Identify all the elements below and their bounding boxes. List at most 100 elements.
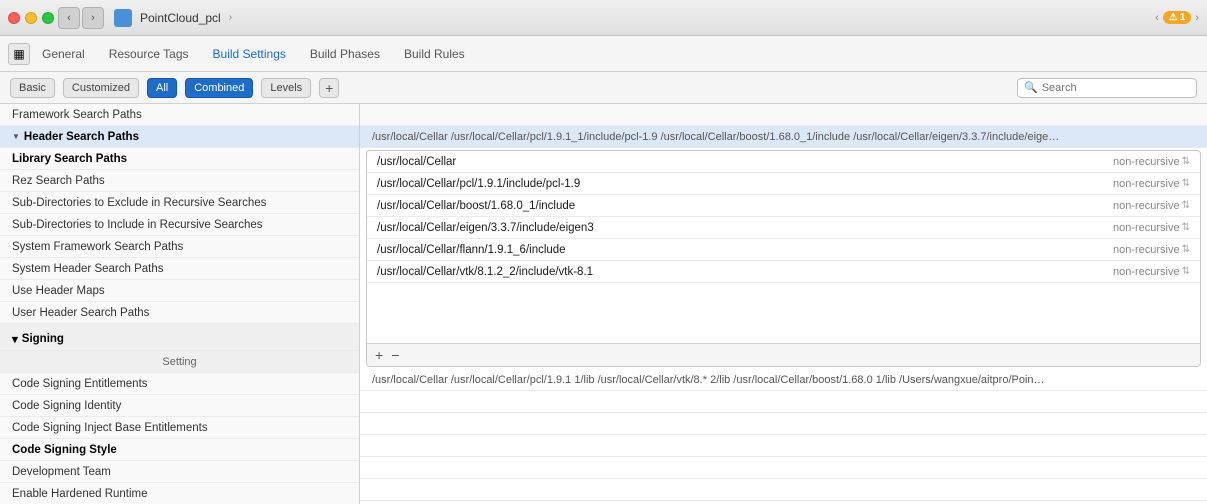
row-system-framework-search[interactable]: System Framework Search Paths <box>0 236 359 258</box>
project-icon <box>114 9 132 27</box>
library-search-paths-value[interactable]: /usr/local/Cellar /usr/local/Cellar/pcl/… <box>360 369 1207 391</box>
tab-navigation: General Resource Tags Build Settings Bui… <box>42 43 465 65</box>
filter-levels-button[interactable]: Levels <box>261 78 311 98</box>
row-label: Code Signing Entitlements <box>12 378 148 390</box>
row-framework-search-paths[interactable]: Framework Search Paths <box>0 104 359 126</box>
right-panel: /usr/local/Cellar /usr/local/Cellar/pcl/… <box>360 104 1207 504</box>
row-rez-search-paths[interactable]: Rez Search Paths <box>0 170 359 192</box>
header-search-expanded-panel: /usr/local/Cellar non-recursive ⇅ /usr/l… <box>366 150 1201 367</box>
tab-build-phases[interactable]: Build Phases <box>310 43 380 65</box>
row-label: Use Header Maps <box>12 285 105 297</box>
warn-prev-arrow[interactable]: ‹ <box>1155 12 1159 24</box>
tab-general[interactable]: General <box>42 43 85 65</box>
warn-next-arrow[interactable]: › <box>1195 12 1199 24</box>
close-button[interactable] <box>8 12 20 24</box>
framework-search-paths-value <box>360 104 1207 126</box>
remove-path-button[interactable]: − <box>391 348 399 362</box>
tab-resource-tags[interactable]: Resource Tags <box>109 43 189 65</box>
toolbar: ▦ General Resource Tags Build Settings B… <box>0 36 1207 72</box>
filter-customized-button[interactable]: Customized <box>63 78 139 98</box>
row-user-header-search[interactable]: User Header Search Paths <box>0 302 359 324</box>
row-label: Library Search Paths <box>12 153 127 165</box>
row-label: Sub-Directories to Exclude in Recursive … <box>12 197 266 209</box>
expanded-row-2[interactable]: /usr/local/Cellar/boost/1.68.0_1/include… <box>367 195 1200 217</box>
recursive-label: non-recursive ⇅ <box>1113 222 1190 234</box>
search-icon: 🔍 <box>1024 81 1038 94</box>
main-content: Framework Search Paths ▼ Header Search P… <box>0 104 1207 504</box>
filter-basic-button[interactable]: Basic <box>10 78 55 98</box>
expanded-row-3[interactable]: /usr/local/Cellar/eigen/3.3.7/include/ei… <box>367 217 1200 239</box>
row-label: Header Search Paths <box>24 131 139 143</box>
row-code-signing-inject[interactable]: Code Signing Inject Base Entitlements <box>0 417 359 439</box>
path-text: /usr/local/Cellar/boost/1.68.0_1/include <box>377 200 1105 212</box>
add-filter-button[interactable]: + <box>319 78 339 98</box>
row-setting-label: Setting <box>0 351 359 373</box>
recursive-label: non-recursive ⇅ <box>1113 178 1190 190</box>
warning-icon: ⚠ <box>1169 12 1178 23</box>
row-label: Development Team <box>12 466 111 478</box>
tab-build-rules[interactable]: Build Rules <box>404 43 465 65</box>
nav-forward-button[interactable]: › <box>82 7 104 29</box>
title-chevron-icon: › <box>229 12 232 23</box>
stepper-icon[interactable]: ⇅ <box>1182 156 1190 167</box>
library-search-value-text: /usr/local/Cellar /usr/local/Cellar/pcl/… <box>372 374 1045 386</box>
row-label: Code Signing Inject Base Entitlements <box>12 422 208 434</box>
recursive-label: non-recursive ⇅ <box>1113 156 1190 168</box>
minimize-button[interactable] <box>25 12 37 24</box>
path-text: /usr/local/Cellar/eigen/3.3.7/include/ei… <box>377 222 1105 234</box>
row-enable-hardened[interactable]: Enable Hardened Runtime <box>0 483 359 504</box>
row-sub-dirs-exclude[interactable]: Sub-Directories to Exclude in Recursive … <box>0 192 359 214</box>
filter-combined-button[interactable]: Combined <box>185 78 253 98</box>
tab-build-settings[interactable]: Build Settings <box>213 43 286 65</box>
row-system-header-search[interactable]: System Header Search Paths <box>0 258 359 280</box>
row-development-team[interactable]: Development Team <box>0 461 359 483</box>
header-search-paths-value[interactable]: /usr/local/Cellar /usr/local/Cellar/pcl/… <box>360 126 1207 148</box>
triangle-icon: ▼ <box>12 132 20 141</box>
path-text: /usr/local/Cellar <box>377 156 1105 168</box>
add-path-button[interactable]: + <box>375 348 383 362</box>
expanded-footer: + − <box>367 343 1200 366</box>
filter-bar: Basic Customized All Combined Levels + 🔍 <box>0 72 1207 104</box>
row-code-signing-style[interactable]: Code Signing Style <box>0 439 359 461</box>
row-code-signing-identity[interactable]: Code Signing Identity <box>0 395 359 417</box>
group-label: Setting <box>162 356 196 368</box>
row-label: Rez Search Paths <box>12 175 105 187</box>
stepper-icon[interactable]: ⇅ <box>1182 200 1190 211</box>
row-label: Code Signing Style <box>12 444 117 456</box>
search-input[interactable] <box>1042 82 1190 94</box>
sidebar-icon: ▦ <box>13 47 24 61</box>
sub-dirs-include-value <box>360 435 1207 457</box>
recursive-label: non-recursive ⇅ <box>1113 200 1190 212</box>
expanded-row-5[interactable]: /usr/local/Cellar/vtk/8.1.2_2/include/vt… <box>367 261 1200 283</box>
system-framework-value <box>360 457 1207 479</box>
expanded-row-1[interactable]: /usr/local/Cellar/pcl/1.9.1/include/pcl-… <box>367 173 1200 195</box>
project-title: PointCloud_pcl <box>140 11 221 25</box>
maximize-button[interactable] <box>42 12 54 24</box>
row-code-signing-entitlements[interactable]: Code Signing Entitlements <box>0 373 359 395</box>
row-header-search-paths[interactable]: ▼ Header Search Paths <box>0 126 359 148</box>
expanded-empty-area <box>367 283 1200 343</box>
path-text: /usr/local/Cellar/pcl/1.9.1/include/pcl-… <box>377 178 1105 190</box>
warning-badge: ⚠ 1 <box>1163 11 1192 24</box>
signing-collapse-icon[interactable]: ▾ <box>12 332 18 346</box>
warning-count: 1 <box>1180 12 1186 23</box>
stepper-icon[interactable]: ⇅ <box>1182 178 1190 189</box>
expanded-row-0[interactable]: /usr/local/Cellar non-recursive ⇅ <box>367 151 1200 173</box>
stepper-icon[interactable]: ⇅ <box>1182 222 1190 233</box>
nav-back-button[interactable]: ‹ <box>58 7 80 29</box>
filter-all-button[interactable]: All <box>147 78 177 98</box>
sidebar-toggle-button[interactable]: ▦ <box>8 43 30 65</box>
sub-dirs-exclude-value <box>360 413 1207 435</box>
row-sub-dirs-include[interactable]: Sub-Directories to Include in Recursive … <box>0 214 359 236</box>
rez-search-value <box>360 391 1207 413</box>
path-text: /usr/local/Cellar/flann/1.9.1_6/include <box>377 244 1105 256</box>
title-bar: ‹ › PointCloud_pcl › ‹ ⚠ 1 › <box>0 0 1207 36</box>
row-library-search-paths[interactable]: Library Search Paths <box>0 148 359 170</box>
row-label: Sub-Directories to Include in Recursive … <box>12 219 263 231</box>
window-controls <box>8 12 54 24</box>
stepper-icon[interactable]: ⇅ <box>1182 266 1190 277</box>
row-label: Enable Hardened Runtime <box>12 488 148 500</box>
row-use-header-maps[interactable]: Use Header Maps <box>0 280 359 302</box>
stepper-icon[interactable]: ⇅ <box>1182 244 1190 255</box>
expanded-row-4[interactable]: /usr/local/Cellar/flann/1.9.1_6/include … <box>367 239 1200 261</box>
